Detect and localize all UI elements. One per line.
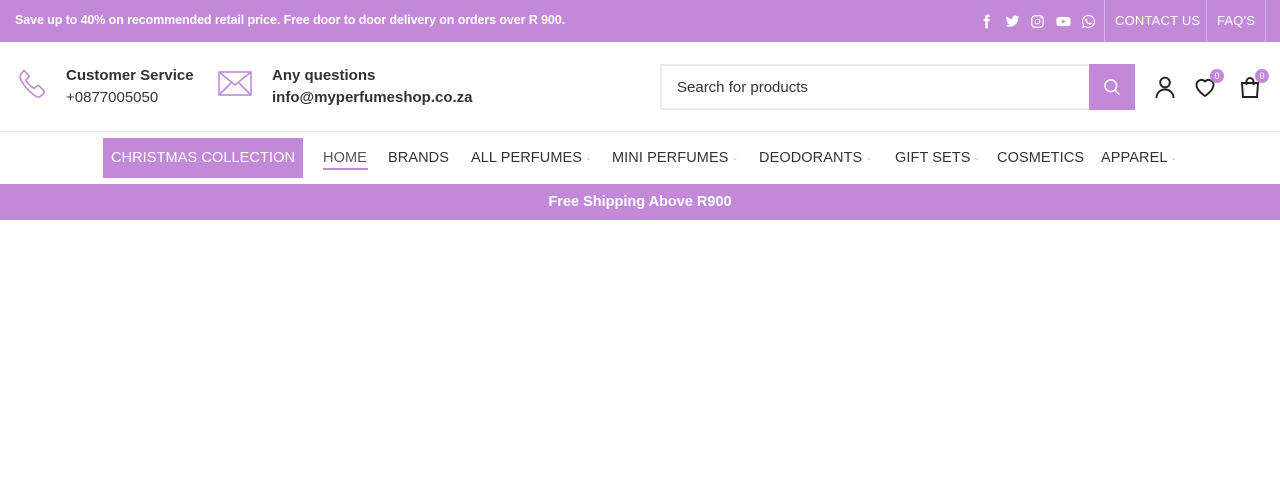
chevron-down-icon: ⌄ <box>973 153 981 162</box>
free-shipping-bar: Free Shipping Above R900 <box>0 184 1280 220</box>
cart-count-badge: 0 <box>1255 69 1269 83</box>
search-button[interactable] <box>1089 64 1135 110</box>
faq-link[interactable]: FAQ'S <box>1217 13 1255 28</box>
nav-item-mini-perfumes[interactable]: MINI PERFUMES ⌄ <box>612 150 738 166</box>
promo-text: Save up to 40% on recommended retail pri… <box>15 13 565 27</box>
customer-service-block: Customer Service +0877005050 <box>15 66 194 110</box>
free-shipping-text: Free Shipping Above R900 <box>548 194 732 210</box>
wishlist-count-badge: 0 <box>1210 69 1224 83</box>
twitter-icon[interactable] <box>1000 11 1026 31</box>
site-header: Customer Service +0877005050 Any questio… <box>0 42 1280 132</box>
topbar-divider <box>1265 0 1266 42</box>
chevron-down-icon: ⌄ <box>731 153 739 162</box>
questions-title: Any questions <box>272 67 376 84</box>
nav-item-label: BRANDS <box>388 150 450 166</box>
phone-number[interactable]: +0877005050 <box>66 86 194 110</box>
cart-button[interactable]: 0 <box>1238 69 1269 99</box>
nav-item-home[interactable]: HOME <box>323 150 367 166</box>
contact-email[interactable]: info@myperfumeshop.co.za <box>272 86 473 110</box>
chevron-down-icon: ⌄ <box>865 153 873 162</box>
contact-us-link[interactable]: CONTACT US <box>1115 13 1200 28</box>
nav-item-label: DEODORANTS <box>759 150 863 166</box>
nav-item-label: HOME <box>323 150 367 166</box>
envelope-icon <box>217 66 253 102</box>
chevron-down-icon: ⌄ <box>1170 153 1178 162</box>
nav-item-label: COSMETICS <box>997 150 1085 166</box>
facebook-icon[interactable] <box>974 11 1000 31</box>
nav-item-all-perfumes[interactable]: ALL PERFUMES ⌄ <box>471 150 592 166</box>
topbar-divider <box>1104 0 1105 42</box>
nav-item-brands[interactable]: BRANDS <box>388 150 449 166</box>
whatsapp-icon[interactable] <box>1076 11 1102 31</box>
youtube-icon[interactable] <box>1051 11 1077 31</box>
nav-item-cosmetics[interactable]: COSMETICS <box>997 150 1084 166</box>
instagram-icon[interactable] <box>1025 11 1051 31</box>
main-navigation: CHRISTMAS COLLECTION HOME BRANDS ALL PER… <box>0 133 1280 184</box>
nav-item-label: GIFT SETS <box>895 150 971 166</box>
active-nav-underline <box>323 168 368 170</box>
social-links <box>974 11 1102 31</box>
search-form <box>660 64 1135 110</box>
account-button[interactable] <box>1153 75 1177 99</box>
customer-service-title: Customer Service <box>66 67 194 84</box>
user-icon <box>1155 76 1175 99</box>
nav-item-label: MINI PERFUMES <box>612 150 729 166</box>
nav-item-deodorants[interactable]: DEODORANTS ⌄ <box>759 150 872 166</box>
topbar-divider <box>1206 0 1207 42</box>
nav-item-gift-sets[interactable]: GIFT SETS ⌄ <box>895 150 980 166</box>
search-icon <box>1104 79 1121 96</box>
wishlist-button[interactable]: 0 <box>1193 69 1224 99</box>
nav-item-label: ALL PERFUMES <box>471 150 583 166</box>
chevron-down-icon: ⌄ <box>585 153 592 162</box>
nav-item-label: APPAREL <box>1101 150 1168 166</box>
questions-block: Any questions info@myperfumeshop.co.za <box>217 66 473 110</box>
christmas-collection-button[interactable]: CHRISTMAS COLLECTION <box>103 138 303 178</box>
top-bar: Save up to 40% on recommended retail pri… <box>0 0 1280 42</box>
search-input[interactable] <box>662 66 1089 108</box>
phone-icon <box>15 66 51 102</box>
nav-item-apparel[interactable]: APPAREL ⌄ <box>1101 150 1177 166</box>
